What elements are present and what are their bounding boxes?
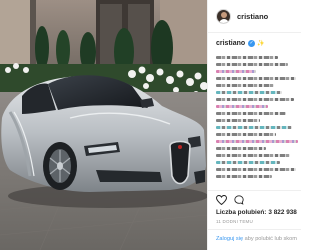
comment-line: [216, 105, 268, 108]
divider: [208, 190, 301, 191]
post-header: cristiano: [208, 0, 301, 33]
verified-badge-icon: ✓: [248, 39, 256, 47]
post-timestamp[interactable]: 11 DODNI TEMU: [216, 219, 253, 224]
caption-emoji: ✨: [257, 41, 265, 47]
comment-line: [216, 84, 274, 87]
comment-line: [216, 70, 256, 73]
comment-icon[interactable]: [234, 195, 244, 205]
comment-line: [216, 126, 292, 129]
comments-list: [216, 56, 300, 186]
post-side-panel: cristiano cristiano ✓ ✨ Liczba polubień:…: [207, 0, 301, 250]
comment-line: [216, 63, 288, 66]
post-photo[interactable]: [0, 0, 207, 250]
comment-line: [216, 175, 272, 178]
comment-line: [216, 154, 290, 157]
comment-line: [216, 77, 296, 80]
header-username[interactable]: cristiano: [237, 12, 268, 21]
login-prompt: Zaloguj się aby polubić lub skom: [216, 236, 297, 242]
comment-line: [216, 133, 276, 136]
comment-line: [216, 147, 266, 150]
heart-icon[interactable]: [216, 195, 227, 205]
divider: [208, 229, 301, 230]
comment-line: [216, 91, 282, 94]
comment-line: [216, 161, 280, 164]
comment-line: [216, 56, 278, 59]
post-actions: [216, 194, 244, 206]
likes-number: 3 822 938: [268, 209, 297, 216]
caption: cristiano ✓ ✨: [216, 39, 296, 49]
login-link[interactable]: Zaloguj się: [216, 236, 243, 242]
likes-count[interactable]: Liczba polubień: 3 822 938: [216, 209, 297, 216]
comment-line: [216, 168, 296, 171]
comment-line: [216, 98, 294, 101]
car-photo: [0, 0, 207, 250]
avatar[interactable]: [216, 8, 231, 24]
comment-line: [216, 112, 286, 115]
login-suffix: aby polubić lub skom: [243, 236, 297, 242]
comment-line: [216, 119, 260, 122]
caption-username[interactable]: cristiano: [216, 40, 245, 47]
likes-label: Liczba polubień:: [216, 209, 267, 216]
comment-line: [216, 140, 298, 143]
